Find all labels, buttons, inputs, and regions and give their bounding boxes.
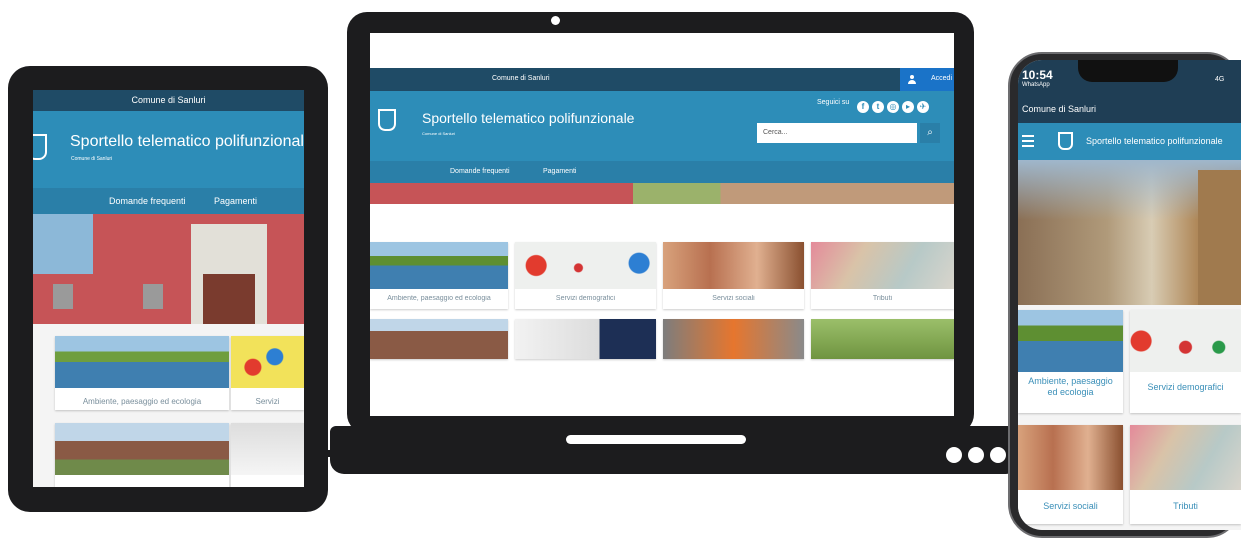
instagram-icon[interactable]: ◎ xyxy=(887,101,899,113)
tablet-header: Sportello telematico polifunzionale Comu… xyxy=(33,111,304,188)
tablet-screen: Comune di Sanluri Sportello telematico p… xyxy=(33,90,304,487)
category-card[interactable]: Servizi demografici xyxy=(1130,310,1241,413)
camera-icon xyxy=(551,16,560,25)
tablet-topbar: Comune di Sanluri xyxy=(33,90,304,111)
municipality-link[interactable]: Comune di Sanluri xyxy=(1022,104,1096,114)
category-card[interactable]: Ambiente, paesaggio ed ecologia xyxy=(1018,310,1123,413)
search-placeholder: Cerca... xyxy=(763,129,788,136)
follow-label: Seguici su xyxy=(817,99,850,106)
phone-screen: 10:54 WhatsApp 4G Comune di Sanluri Spor… xyxy=(1018,60,1241,530)
category-card[interactable] xyxy=(370,319,508,359)
category-card[interactable]: Ambiente, paesaggio ed ecologia xyxy=(55,336,229,410)
telegram-icon[interactable]: ✈ xyxy=(917,101,929,113)
card-label: Tributi xyxy=(872,295,893,302)
status-time: 10:54 xyxy=(1022,68,1053,82)
laptop-header: Sportello telematico polifunzionale Comu… xyxy=(370,91,954,161)
card-label: Servizi demografici xyxy=(555,295,616,302)
site-subtitle: Comune di Sanluri xyxy=(422,131,455,136)
category-card[interactable]: Servizi demografici xyxy=(515,242,656,309)
card-label: Servizi sociali xyxy=(1043,501,1098,511)
laptop-trackpad-slot xyxy=(566,435,746,444)
card-label: Ambiente, paesaggio ed ecologia xyxy=(1028,376,1113,397)
category-card[interactable]: Tributi xyxy=(811,242,954,309)
search-icon[interactable]: ⌕ xyxy=(920,123,940,143)
phone-header: Sportello telematico polifunzionale xyxy=(1018,123,1241,160)
site-title[interactable]: Sportello telematico polifunzionale xyxy=(422,110,634,126)
card-label: Ambiente, paesaggio ed ecologia xyxy=(82,397,202,406)
laptop-topbar: Comune di Sanluri Accedi xyxy=(370,68,954,91)
card-label: Servizi sociali xyxy=(712,295,755,302)
hero-image xyxy=(370,183,954,204)
laptop-screen: Comune di Sanluri Accedi Sportello telem… xyxy=(370,33,954,416)
youtube-icon[interactable]: ▸ xyxy=(902,101,914,113)
indicator-dot xyxy=(946,447,962,463)
category-card[interactable] xyxy=(811,319,954,359)
laptop-nav: Domande frequenti Pagamenti xyxy=(370,161,954,183)
municipality-link[interactable]: Comune di Sanluri xyxy=(492,75,550,82)
coat-of-arms-icon xyxy=(1058,132,1073,150)
nav-faq[interactable]: Domande frequenti xyxy=(450,168,510,175)
card-label: Servizi demografici xyxy=(1147,382,1224,392)
category-card[interactable]: Servizi xyxy=(231,336,304,410)
nav-faq[interactable]: Domande frequenti xyxy=(109,196,186,206)
category-card[interactable]: Tributi xyxy=(1130,425,1241,524)
tablet-nav: Domande frequenti Pagamenti xyxy=(33,188,304,214)
site-subtitle: Comune di Sanluri xyxy=(71,156,113,162)
twitter-icon[interactable]: t xyxy=(872,101,884,113)
category-card[interactable] xyxy=(515,319,656,359)
card-label: Ambiente, paesaggio ed ecologia xyxy=(387,295,491,302)
hamburger-icon[interactable] xyxy=(1022,134,1034,148)
search-input[interactable]: Cerca... xyxy=(757,123,917,143)
status-app: WhatsApp xyxy=(1022,82,1050,88)
category-card[interactable] xyxy=(55,423,229,487)
status-signal: 4G xyxy=(1215,76,1225,83)
nav-payments[interactable]: Pagamenti xyxy=(543,168,576,175)
category-card[interactable] xyxy=(231,423,304,487)
site-title[interactable]: Sportello telematico polifunzionale xyxy=(70,133,304,151)
laptop-base xyxy=(330,426,1020,474)
coat-of-arms-icon xyxy=(33,134,47,160)
category-card[interactable] xyxy=(663,319,804,359)
user-icon xyxy=(908,75,916,84)
indicator-dot xyxy=(990,447,1006,463)
coat-of-arms-icon xyxy=(378,109,396,131)
facebook-icon[interactable]: f xyxy=(857,101,869,113)
login-label: Accedi xyxy=(931,75,953,82)
card-label: Servizi xyxy=(255,397,280,406)
indicator-dot xyxy=(968,447,984,463)
hero-image xyxy=(1018,160,1241,305)
municipality-link[interactable]: Comune di Sanluri xyxy=(33,95,304,105)
phone-notch xyxy=(1078,60,1178,82)
hero-image xyxy=(33,214,304,324)
category-card[interactable]: Servizi sociali xyxy=(663,242,804,309)
login-button[interactable]: Accedi xyxy=(900,68,954,91)
card-label: Tributi xyxy=(1173,501,1198,511)
phone-status-area: 10:54 WhatsApp 4G Comune di Sanluri xyxy=(1018,60,1241,123)
social-links: f t ◎ ▸ ✈ xyxy=(854,96,929,114)
category-card[interactable]: Servizi sociali xyxy=(1018,425,1123,524)
site-title[interactable]: Sportello telematico polifunzionale xyxy=(1086,136,1223,146)
category-card[interactable]: Ambiente, paesaggio ed ecologia xyxy=(370,242,508,309)
nav-payments[interactable]: Pagamenti xyxy=(214,196,257,206)
